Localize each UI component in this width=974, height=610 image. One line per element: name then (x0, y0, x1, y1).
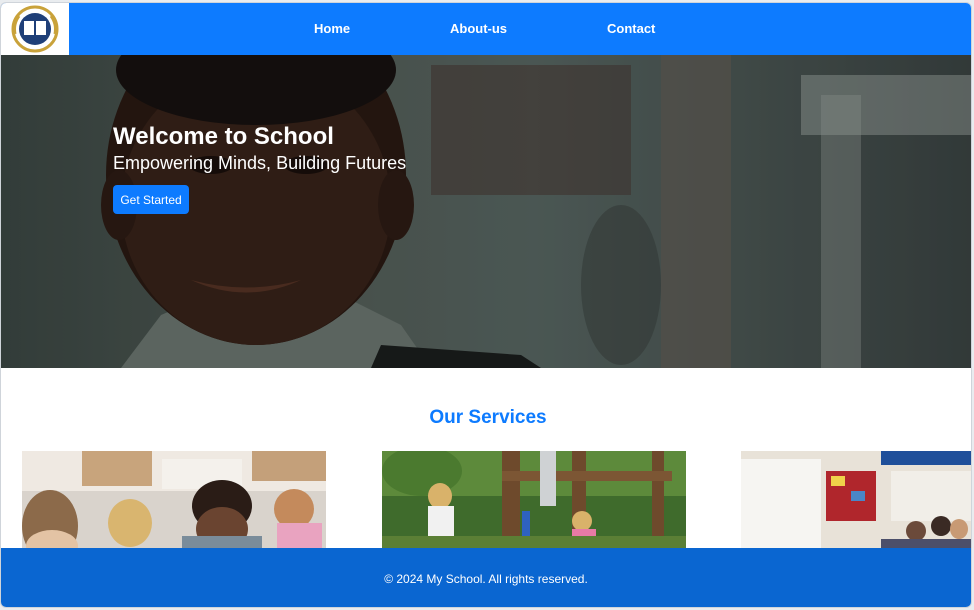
services-section: Our Services (7, 375, 971, 555)
hero-subtitle: Empowering Minds, Building Futures (113, 153, 407, 173)
classroom-group-photo (741, 451, 971, 555)
browser-viewport: Home About-us Contact Welcome to School … (0, 2, 972, 608)
nav-home-link[interactable]: Home (314, 21, 350, 36)
hero-banner: Welcome to School Empowering Minds, Buil… (1, 55, 971, 368)
service-card-image-3[interactable] (741, 451, 971, 555)
services-title: Our Services (429, 407, 547, 428)
classroom-children-photo (22, 451, 326, 555)
hero-text-block: Welcome to School Empowering Minds, Buil… (113, 123, 406, 174)
hero-title: Welcome to School (113, 123, 334, 150)
footer-copyright: © 2024 My School. All rights reserved. (384, 571, 588, 586)
footer: © 2024 My School. All rights reserved. (1, 548, 971, 607)
school-logo[interactable] (1, 3, 69, 55)
service-card-image-1[interactable] (22, 451, 326, 555)
get-started-button[interactable]: Get Started (113, 185, 189, 214)
playground-children-photo (382, 451, 686, 555)
nav-contact-link[interactable]: Contact (607, 21, 655, 36)
service-card-image-2[interactable] (382, 451, 686, 555)
book-emblem-icon (11, 5, 59, 53)
navbar: Home About-us Contact (1, 3, 971, 55)
nav-about-link[interactable]: About-us (450, 21, 507, 36)
